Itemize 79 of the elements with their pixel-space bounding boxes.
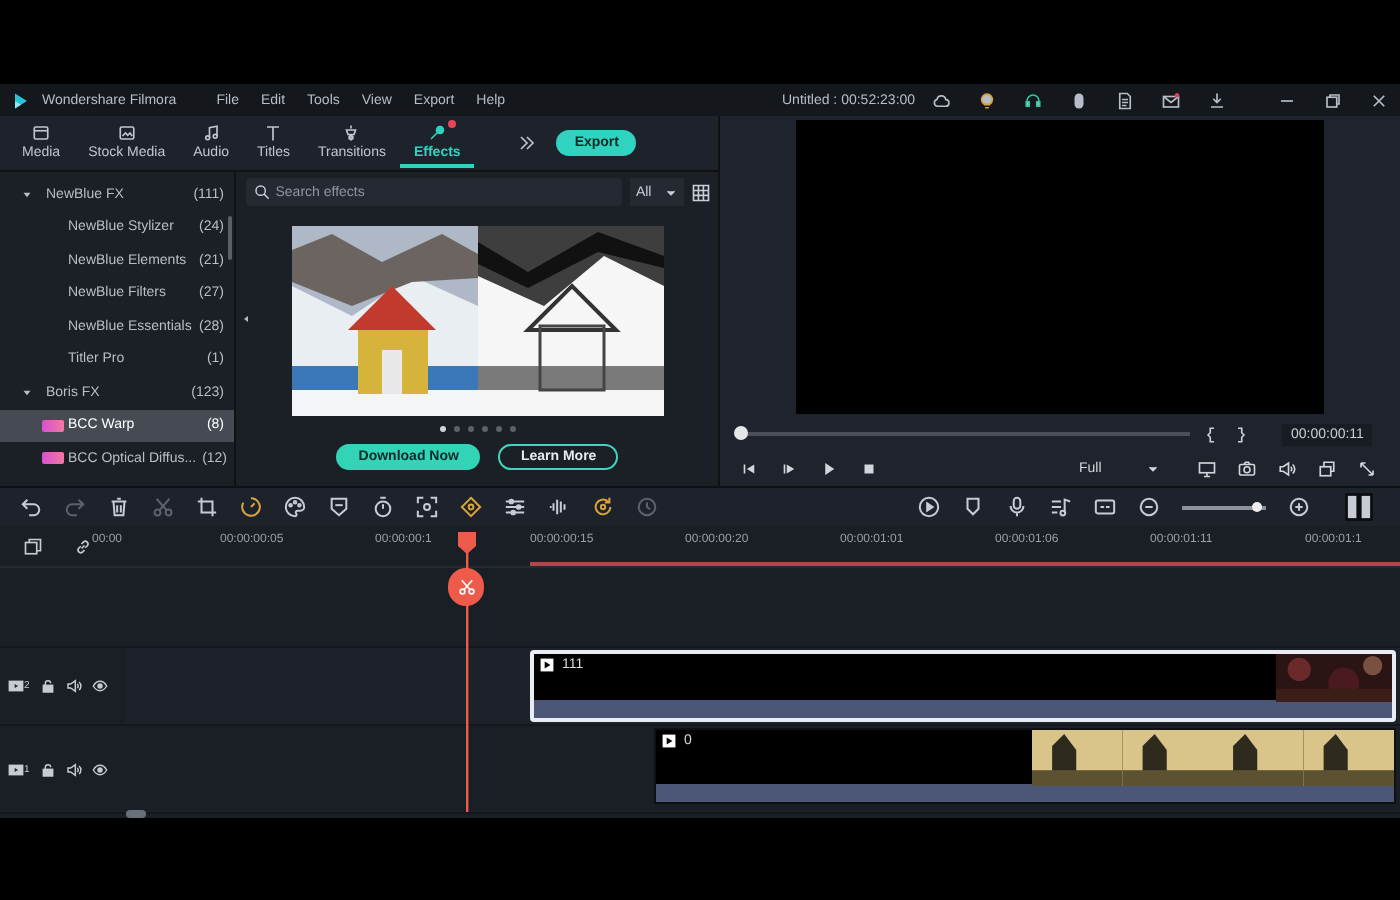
download-icon[interactable] xyxy=(1208,91,1226,109)
scissors-icon xyxy=(457,578,475,596)
play-circle-icon[interactable] xyxy=(918,496,940,518)
document-icon[interactable] xyxy=(1116,91,1134,109)
eye-icon[interactable] xyxy=(91,678,108,694)
next-frame-icon[interactable] xyxy=(780,460,799,478)
flag-icon[interactable] xyxy=(962,496,984,518)
carousel-dot[interactable] xyxy=(509,426,516,432)
text-icon xyxy=(264,124,283,142)
carousel-dot[interactable] xyxy=(495,426,502,432)
monitor-icon[interactable] xyxy=(1197,460,1216,478)
video-track-icon[interactable] xyxy=(8,678,24,694)
mark-out-icon[interactable] xyxy=(1232,425,1251,443)
lock-icon[interactable] xyxy=(39,761,56,777)
collapse-arrow-icon[interactable] xyxy=(20,385,34,400)
add-track-icon[interactable] xyxy=(24,537,42,555)
search-icon xyxy=(253,184,270,200)
carousel-dot[interactable] xyxy=(481,426,488,432)
speaker-icon[interactable] xyxy=(65,678,82,694)
carousel-dot[interactable] xyxy=(453,426,460,432)
grid-icon[interactable] xyxy=(691,183,710,201)
speaker-icon[interactable] xyxy=(65,761,82,777)
crop-icon[interactable] xyxy=(196,496,218,518)
shield-icon[interactable] xyxy=(328,496,350,518)
zoom-out-icon[interactable] xyxy=(1138,496,1160,518)
lightbulb-icon[interactable] xyxy=(978,91,996,109)
trash-icon[interactable] xyxy=(108,496,130,518)
music-list-icon[interactable] xyxy=(1050,496,1072,518)
mail-icon[interactable] xyxy=(1162,91,1180,109)
scrollbar[interactable] xyxy=(228,216,232,260)
speed-icon[interactable] xyxy=(240,496,262,518)
caret-icon xyxy=(1145,462,1160,476)
double-chevron-icon[interactable] xyxy=(518,134,537,152)
play-icon[interactable] xyxy=(820,460,839,478)
collapse-arrow-icon[interactable] xyxy=(240,312,252,326)
magic-wand-icon xyxy=(428,124,447,142)
clock-icon[interactable] xyxy=(636,496,658,518)
caret-icon xyxy=(663,185,678,199)
diamond-icon[interactable] xyxy=(460,496,482,518)
eye-icon[interactable] xyxy=(91,761,108,777)
music-note-icon xyxy=(202,124,221,142)
sliders-icon[interactable] xyxy=(504,496,526,518)
undo-icon[interactable] xyxy=(20,496,42,518)
video-track-icon[interactable] xyxy=(8,761,24,777)
focus-frame-icon[interactable] xyxy=(416,496,438,518)
stop-icon[interactable] xyxy=(860,460,879,478)
scrollbar[interactable] xyxy=(126,810,146,818)
microphone-icon[interactable] xyxy=(1006,496,1028,518)
play-badge-icon xyxy=(662,734,676,748)
palette-icon[interactable] xyxy=(284,496,306,518)
link-icon[interactable] xyxy=(74,537,92,555)
stopwatch-icon[interactable] xyxy=(372,496,394,518)
speaker-icon[interactable] xyxy=(1277,460,1296,478)
transition-icon xyxy=(342,124,361,142)
carousel-dot[interactable] xyxy=(439,426,446,432)
avatar-icon[interactable] xyxy=(1070,91,1088,109)
previous-frame-icon[interactable] xyxy=(740,460,759,478)
notification-dot xyxy=(448,120,457,128)
scissors-icon[interactable] xyxy=(152,496,174,518)
close-icon[interactable] xyxy=(1370,91,1388,109)
layers-icon[interactable] xyxy=(1317,460,1336,478)
camera-icon[interactable] xyxy=(1237,460,1256,478)
carousel-dot[interactable] xyxy=(467,426,474,432)
headset-icon[interactable] xyxy=(1024,91,1042,109)
logo-icon xyxy=(12,91,30,109)
panel-icon[interactable] xyxy=(1344,492,1374,522)
play-badge-icon xyxy=(540,658,554,672)
collapse-arrow-icon[interactable] xyxy=(20,187,34,202)
zoom-in-icon[interactable] xyxy=(1288,496,1310,518)
refresh-icon[interactable] xyxy=(592,496,614,518)
folder-icon xyxy=(32,124,51,142)
expand-icon[interactable] xyxy=(1357,460,1376,478)
image-icon xyxy=(117,124,136,142)
caption-icon[interactable] xyxy=(1094,496,1116,518)
maximize-icon[interactable] xyxy=(1324,91,1342,109)
redo-icon[interactable] xyxy=(64,496,86,518)
cloud-icon[interactable] xyxy=(932,91,950,109)
waveform-icon[interactable] xyxy=(548,496,570,518)
lock-icon[interactable] xyxy=(39,678,56,694)
